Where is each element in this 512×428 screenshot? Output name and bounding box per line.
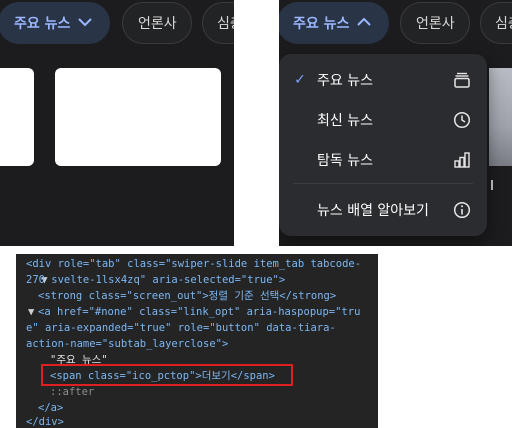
tab-publisher[interactable]: 언론사 [122,2,192,44]
closed-state-panel: 주요 뉴스 언론사 심층 [0,0,234,246]
chevron-up-icon [357,15,372,31]
chevron-down-icon [78,15,93,31]
tab-publisher[interactable]: 언론사 [400,2,470,44]
menu-item-label: 주요 뉴스 [317,73,373,89]
expand-triangle-icon[interactable]: ▼ [28,304,34,320]
dom-line[interactable]: action-name="subtab_layerclose"> [26,336,228,352]
tab-in-depth-label: 심층 [217,16,234,32]
menu-item-label: 탐독 뉴스 [317,153,373,169]
devtools-elements-panel: ▼ <div role="tab" class="swiper-slide it… [16,254,378,428]
news-card[interactable] [55,68,221,166]
dom-line[interactable]: <div role="tab" class="swiper-slide item… [26,256,361,272]
info-icon [453,201,471,219]
open-state-panel: 주요 뉴스 언론사 심층 ✓ 주요 뉴스 최신 뉴스 [279,0,512,246]
check-icon: ✓ [294,72,306,88]
news-card-image[interactable] [489,68,512,166]
menu-item-latest-news[interactable]: 최신 뉴스 [279,102,487,138]
clock-icon [453,111,471,129]
dom-line-strong[interactable]: <strong class="screen_out">정렬 기준 선택</str… [38,288,336,304]
dom-line-anchor[interactable]: <a href="#none" class="link_opt" aria-ha… [38,304,360,320]
tab-in-depth-label: 심층 [495,16,512,32]
menu-item-label: 뉴스 배열 알아보기 [317,203,429,219]
menu-item-about-news-order[interactable]: 뉴스 배열 알아보기 [279,192,487,228]
dom-line[interactable]: e" aria-expanded="true" role="button" da… [26,320,336,336]
tab-main-news[interactable]: 주요 뉴스 [0,2,110,44]
dom-line-div-close[interactable]: </div> [26,414,64,428]
tab-publisher-label: 언론사 [138,16,177,32]
menu-divider [293,183,473,184]
stack-icon [453,71,471,89]
tab-in-depth[interactable]: 심층 [480,2,512,44]
bar-chart-icon [453,151,471,169]
menu-item-main-news[interactable]: ✓ 주요 뉴스 [279,62,487,98]
menu-item-deep-read-news[interactable]: 탐독 뉴스 [279,142,487,178]
tab-in-depth[interactable]: 심층 [202,2,234,44]
tab-publisher-label: 언론사 [416,16,455,32]
dom-line[interactable]: 270 svelte-1lsx4zq" aria-selected="true"… [26,272,285,288]
dom-line-span[interactable]: <span class="ico_pctop">더보기</span> [50,368,275,384]
tab-main-news[interactable]: 주요 뉴스 [279,2,389,44]
sort-dropdown-menu: ✓ 주요 뉴스 최신 뉴스 탐독 뉴스 뉴스 배열 알아보기 [279,54,487,236]
tab-main-news-label: 주요 뉴스 [14,16,71,32]
menu-item-label: 최신 뉴스 [317,113,373,129]
news-card-left[interactable] [0,68,34,166]
dom-pseudo-after[interactable]: ::after [50,384,94,400]
tab-main-news-label: 주요 뉴스 [293,16,350,32]
divider [491,180,493,190]
